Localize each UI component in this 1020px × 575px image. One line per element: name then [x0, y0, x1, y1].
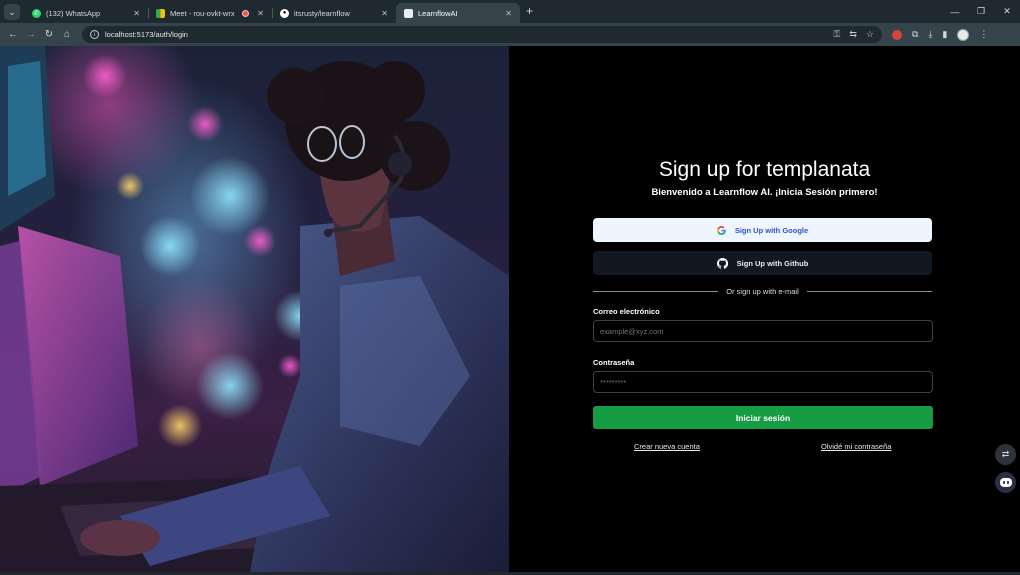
- whatsapp-icon: ✆: [32, 8, 41, 18]
- tab-strip: ⌄ ✆ (132) WhatsApp ✕ Meet - rou-ovkt-wrx…: [0, 0, 1020, 23]
- page-subtitle: Bienvenido a Learnflow AI. ¡Inicia Sesió…: [651, 187, 878, 198]
- recording-icon: [242, 9, 250, 17]
- google-icon: [716, 225, 726, 235]
- tab-title: Meet - rou-ovkt-wrx: [170, 8, 235, 18]
- close-icon[interactable]: ✕: [257, 9, 264, 18]
- tab-meet[interactable]: Meet - rou-ovkt-wrx ✕: [148, 3, 272, 23]
- github-signup-label: Sign Up with Github: [736, 258, 809, 268]
- url-text: localhost:5173/auth/login: [105, 30, 188, 39]
- close-icon[interactable]: ✕: [133, 9, 140, 18]
- google-signup-label: Sign Up with Google: [734, 225, 809, 235]
- home-icon[interactable]: ⌂: [58, 29, 76, 40]
- download-icon[interactable]: ⤓: [928, 29, 932, 40]
- tab-title: (132) WhatsApp: [46, 8, 101, 18]
- tab-whatsapp[interactable]: ✆ (132) WhatsApp ✕: [24, 3, 148, 23]
- create-account-link[interactable]: Crear nueva cuenta: [634, 442, 700, 451]
- address-bar: ← → ↻ ⌂ i localhost:5173/auth/login ⚿ ⇆ …: [0, 23, 1020, 46]
- minimize-icon[interactable]: —: [942, 7, 968, 17]
- site-info-icon[interactable]: i: [90, 30, 99, 39]
- close-icon[interactable]: ✕: [381, 9, 388, 18]
- tab-title: itsrusty/learnflow: [294, 8, 350, 18]
- bookmark-star-icon[interactable]: ☆: [866, 29, 874, 40]
- page-title: Sign up for templanata: [658, 158, 871, 181]
- github-icon: [716, 257, 728, 269]
- login-submit-button[interactable]: Iniciar sesión: [593, 406, 933, 429]
- github-icon: ●: [280, 8, 289, 18]
- close-icon[interactable]: ✕: [505, 9, 512, 18]
- divider-text: Or sign up with e-mail: [726, 287, 799, 296]
- tab-search-icon[interactable]: ⌄: [4, 4, 20, 20]
- hero-image: [0, 46, 509, 572]
- url-field[interactable]: i localhost:5173/auth/login ⚿ ⇆ ☆: [82, 26, 882, 43]
- chat-bot-icon[interactable]: [995, 472, 1016, 493]
- extensions-puzzle-icon[interactable]: ⧉: [912, 29, 918, 40]
- restore-icon[interactable]: ❐: [968, 6, 994, 17]
- translate-icon[interactable]: ⇆: [849, 29, 857, 40]
- tab-github[interactable]: ● itsrusty/learnflow ✕: [272, 3, 396, 23]
- side-panel-icon[interactable]: ▮: [942, 29, 947, 40]
- or-divider: Or sign up with e-mail: [593, 287, 932, 296]
- translate-widget-icon[interactable]: ⇄: [995, 444, 1016, 465]
- page-viewport: Sign up for templanata Bienvenido a Lear…: [0, 46, 1020, 575]
- google-meet-icon: [156, 8, 165, 18]
- google-signup-button[interactable]: Sign Up with Google: [593, 218, 932, 242]
- divider-line: [593, 291, 719, 292]
- password-label: Contraseña: [593, 358, 635, 367]
- email-label: Correo electrónico: [593, 307, 660, 316]
- password-key-icon[interactable]: ⚿: [834, 29, 841, 40]
- email-field[interactable]: [593, 320, 933, 342]
- window-controls: — ❐ ✕: [942, 0, 1020, 23]
- profile-avatar[interactable]: [957, 28, 970, 41]
- back-icon[interactable]: ←: [4, 29, 22, 40]
- menu-kebab-icon[interactable]: ⋮: [979, 29, 988, 40]
- reload-icon[interactable]: ↻: [40, 29, 58, 40]
- hero-illustration: [0, 46, 509, 572]
- password-field[interactable]: [593, 371, 933, 393]
- close-window-icon[interactable]: ✕: [994, 6, 1020, 17]
- extension-icon[interactable]: [892, 29, 902, 40]
- page-icon: [404, 8, 413, 18]
- github-signup-button[interactable]: Sign Up with Github: [593, 251, 932, 275]
- tab-learnflow[interactable]: LearnflowAI ✕: [396, 3, 520, 23]
- forward-icon[interactable]: →: [22, 29, 40, 40]
- forgot-password-link[interactable]: Olvidé mi contraseña: [821, 442, 891, 451]
- login-panel: Sign up for templanata Bienvenido a Lear…: [509, 46, 1020, 572]
- tab-title: LearnflowAI: [418, 8, 458, 18]
- divider-line: [806, 291, 932, 292]
- new-tab-icon[interactable]: +: [526, 4, 533, 18]
